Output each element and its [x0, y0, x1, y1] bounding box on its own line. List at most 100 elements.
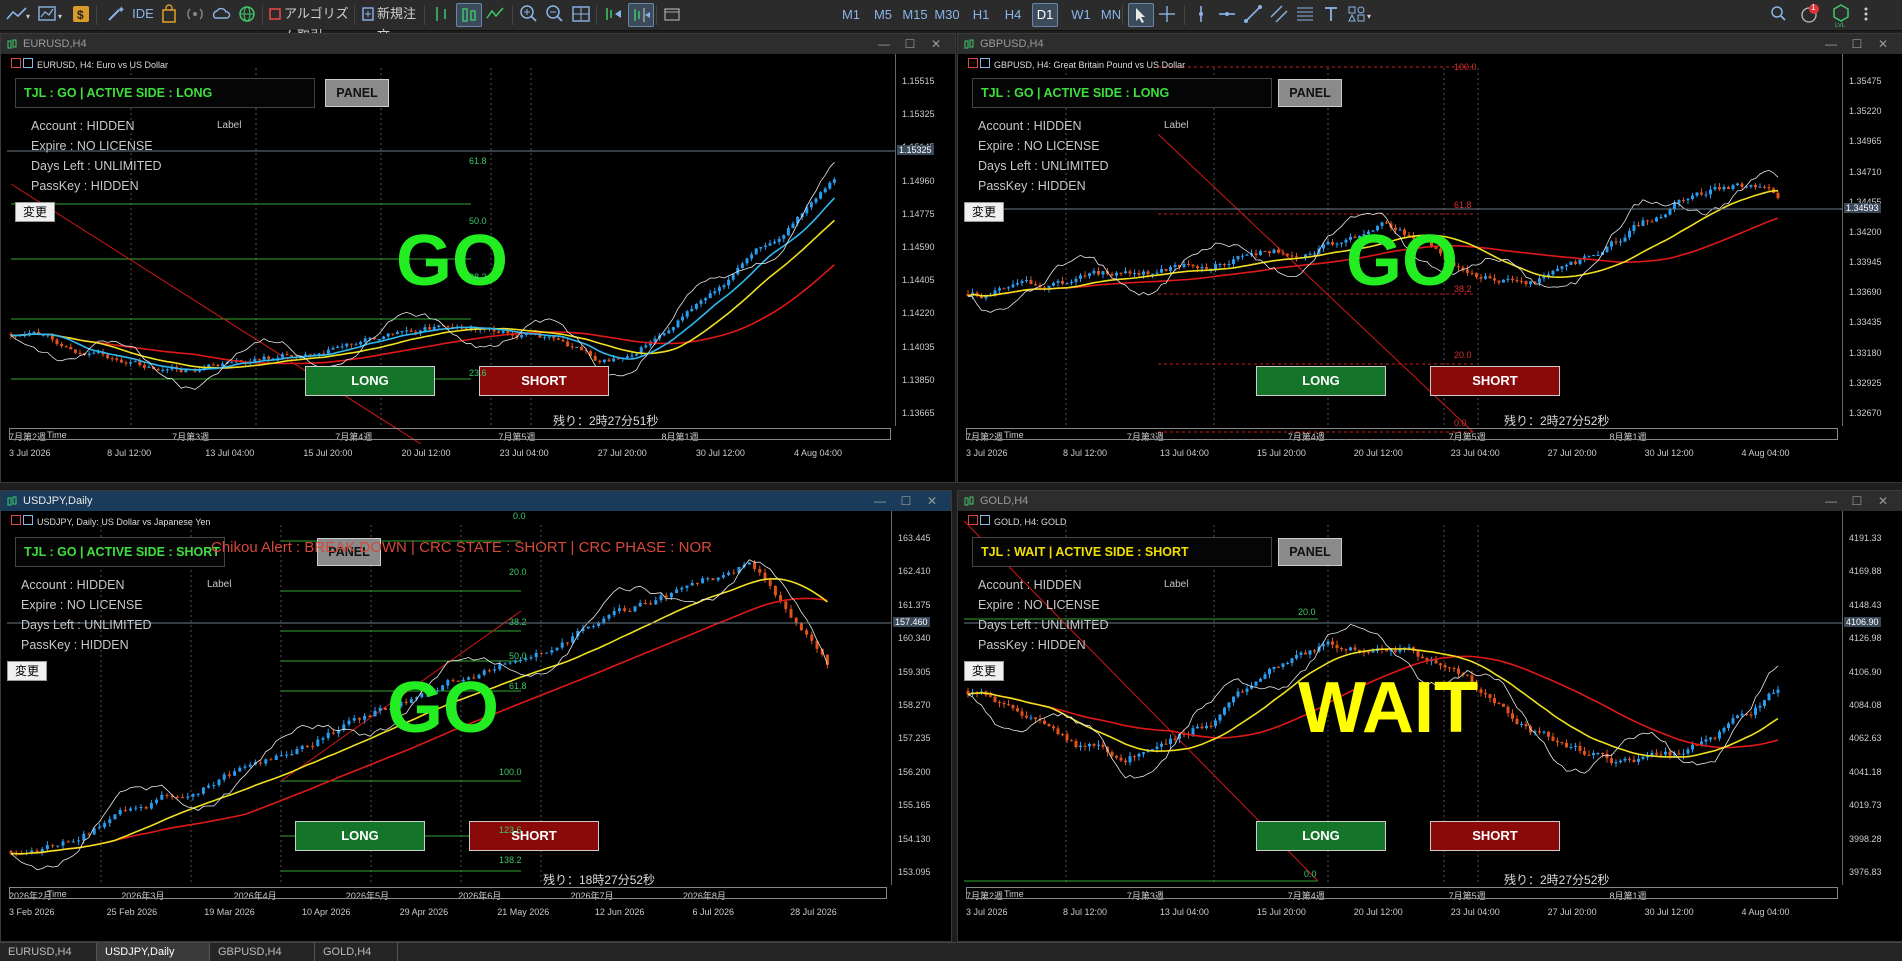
chart-window-usdjpy[interactable]: USDJPY,Daily — ☐ ✕ 163.445 162.410 161.375 16…	[0, 490, 952, 942]
market-bag-icon[interactable]	[158, 3, 180, 25]
timeframe-m15[interactable]: M15	[900, 3, 930, 27]
price-axis[interactable]: 163.445 162.410 161.375 160.340 159.305 158.2…	[891, 511, 950, 885]
timeframe-h1[interactable]: H1	[968, 3, 994, 27]
fibonacci-icon[interactable]	[1294, 3, 1316, 25]
text-tool-icon[interactable]	[1320, 3, 1342, 25]
signal-word: WAIT	[1298, 668, 1478, 748]
time-tick: 25 Feb 2026	[106, 907, 158, 917]
time-remaining: 残り：18時27分52秒	[543, 873, 656, 887]
zoom-in-icon[interactable]	[518, 3, 540, 25]
time-tick: 8 Jul 12:00	[1062, 907, 1107, 917]
time-tick: 3 Jul 2026	[966, 448, 1008, 458]
new-order-icon[interactable]	[360, 3, 376, 25]
price-axis[interactable]: 1.155151.153251.151451.149601.147751.145…	[895, 54, 954, 426]
license-info-line: Expire : NO LICENSE	[978, 139, 1100, 153]
license-info-line: Account : HIDDEN	[978, 578, 1082, 592]
chart-scrollbar[interactable]	[966, 428, 1838, 440]
line-chart-icon[interactable]	[484, 3, 506, 25]
crosshair-icon[interactable]	[1156, 3, 1178, 25]
time-tick: 30 Jul 12:00	[1644, 448, 1694, 458]
change-button[interactable]: 変更	[964, 661, 1004, 681]
label-text: Label	[1164, 579, 1189, 590]
svg-text:✦: ✦	[117, 5, 125, 16]
fib-level-label: 0.0	[1304, 869, 1317, 879]
timeframe-w1[interactable]: W1	[1068, 3, 1094, 27]
chart-window-gold[interactable]: GOLD,H4 — ☐ ✕ 4191.33 4169.88 4148.43 4126.98…	[957, 490, 1902, 942]
chart-scrollbar[interactable]	[9, 428, 891, 440]
bar-chart-icon[interactable]	[430, 3, 452, 25]
panel-button[interactable]: PANEL	[1278, 79, 1342, 107]
label-text: Label	[207, 579, 232, 590]
timeframe-h4[interactable]: H4	[1000, 3, 1026, 27]
chart-window-gbpusd[interactable]: GBPUSD,H4 — ☐ ✕ 1.35475 1.35220 1.34965 1.347…	[957, 33, 1902, 483]
tab-usdjpy-daily[interactable]: USDJPY,Daily	[97, 943, 210, 961]
change-button[interactable]: 変更	[15, 202, 55, 222]
chart-scrollbar[interactable]	[9, 887, 887, 899]
change-button[interactable]: 変更	[964, 202, 1004, 222]
timeframe-m5[interactable]: M5	[870, 3, 896, 27]
tab-eurusd-h4[interactable]: EURUSD,H4	[0, 943, 97, 961]
fib-level-label: 23.6	[469, 368, 487, 378]
menu-dots-icon[interactable]	[1858, 3, 1874, 25]
panel-button[interactable]: PANEL	[325, 79, 389, 107]
algo-trading-button[interactable]: アルゴリズム取引	[284, 3, 350, 43]
vertical-line-icon[interactable]	[1190, 3, 1212, 25]
panel-button[interactable]: PANEL	[1278, 538, 1342, 566]
time-axis[interactable]: 3 Jul 2026 8 Jul 12:00 13 Jul 04:00 15 Jul …	[958, 903, 1842, 925]
timeframe-d1[interactable]: D1	[1032, 3, 1058, 27]
time-axis[interactable]: 3 Feb 2026 25 Feb 2026 19 Mar 2026 10 Apr 2…	[1, 903, 891, 925]
horizontal-line-icon[interactable]	[1216, 3, 1238, 25]
short-button[interactable]: SHORT	[469, 821, 599, 851]
current-price-tag: 157.460	[893, 617, 930, 627]
price-axis[interactable]: 1.35475 1.35220 1.34965 1.34710 1.34455 1.342…	[1842, 54, 1901, 426]
time-tick: 23 Jul 04:00	[499, 448, 549, 458]
change-button[interactable]: 変更	[7, 661, 47, 681]
long-button[interactable]: LONG	[295, 821, 425, 851]
time-tick: 8 Jul 12:00	[107, 448, 152, 458]
time-tick: 21 May 2026	[497, 907, 550, 917]
symbol-description: EURUSD, H4: Euro vs US Dollar	[11, 58, 168, 70]
time-axis[interactable]: 3 Jul 2026 8 Jul 12:00 13 Jul 04:00 15 Jul …	[1, 444, 895, 466]
tile-windows-icon[interactable]	[570, 3, 592, 25]
ide-button[interactable]: IDE	[130, 3, 156, 25]
account-level-icon[interactable]: LVL	[1830, 3, 1852, 29]
price-tick: 1.33180	[1849, 347, 1882, 358]
dollar-icon[interactable]: $	[70, 3, 92, 25]
algo-stop-icon[interactable]	[268, 3, 282, 25]
long-button[interactable]: LONG	[1256, 366, 1386, 396]
timeframe-m1[interactable]: M1	[838, 3, 864, 27]
magic-wand-icon[interactable]: ✦	[104, 3, 126, 25]
chart-shift-icon[interactable]	[628, 3, 654, 27]
signal-icon[interactable]	[184, 3, 206, 25]
tab-gold-h4[interactable]: GOLD,H4	[315, 943, 398, 961]
new-order-button[interactable]: 新規注文	[377, 3, 419, 43]
channel-icon[interactable]	[1268, 3, 1290, 25]
trendline-icon[interactable]	[1242, 3, 1264, 25]
shapes-icon[interactable]: ▾	[1346, 3, 1376, 25]
auto-scroll-icon[interactable]	[602, 3, 624, 25]
timeframe-mn[interactable]: MN	[1098, 3, 1124, 27]
time-tick: 27 Jul 20:00	[1547, 907, 1597, 917]
chart-window-icon[interactable]: ▾	[36, 3, 66, 25]
long-button[interactable]: LONG	[305, 366, 435, 396]
cursor-arrow-icon[interactable]	[1128, 3, 1154, 27]
zoom-out-icon[interactable]	[544, 3, 566, 25]
fib-level-label: 0.0	[1454, 418, 1467, 428]
short-button[interactable]: SHORT	[1430, 821, 1560, 851]
short-button[interactable]: SHORT	[479, 366, 609, 396]
period-calendar-icon[interactable]	[662, 3, 682, 25]
tab-gbpusd-h4[interactable]: GBPUSD,H4	[210, 943, 315, 961]
search-icon[interactable]	[1768, 3, 1790, 25]
long-button[interactable]: LONG	[1256, 821, 1386, 851]
chart-scrollbar[interactable]	[966, 887, 1838, 899]
chart-window-eurusd[interactable]: EURUSD,H4 —☐✕ 1.155151.153251.151451.149…	[0, 33, 956, 483]
vps-globe-icon[interactable]	[236, 3, 258, 25]
short-button[interactable]: SHORT	[1430, 366, 1560, 396]
chart-type-icon[interactable]: ▾	[4, 3, 32, 25]
notification-icon[interactable]: 1	[1798, 3, 1822, 25]
cloud-icon[interactable]	[210, 3, 232, 25]
time-axis[interactable]: 3 Jul 2026 8 Jul 12:00 13 Jul 04:00 15 Jul …	[958, 444, 1842, 466]
candlestick-icon[interactable]	[456, 3, 482, 27]
timeframe-m30[interactable]: M30	[932, 3, 962, 27]
price-axis[interactable]: 4191.33 4169.88 4148.43 4126.98 4106.90 4084.…	[1842, 511, 1901, 885]
